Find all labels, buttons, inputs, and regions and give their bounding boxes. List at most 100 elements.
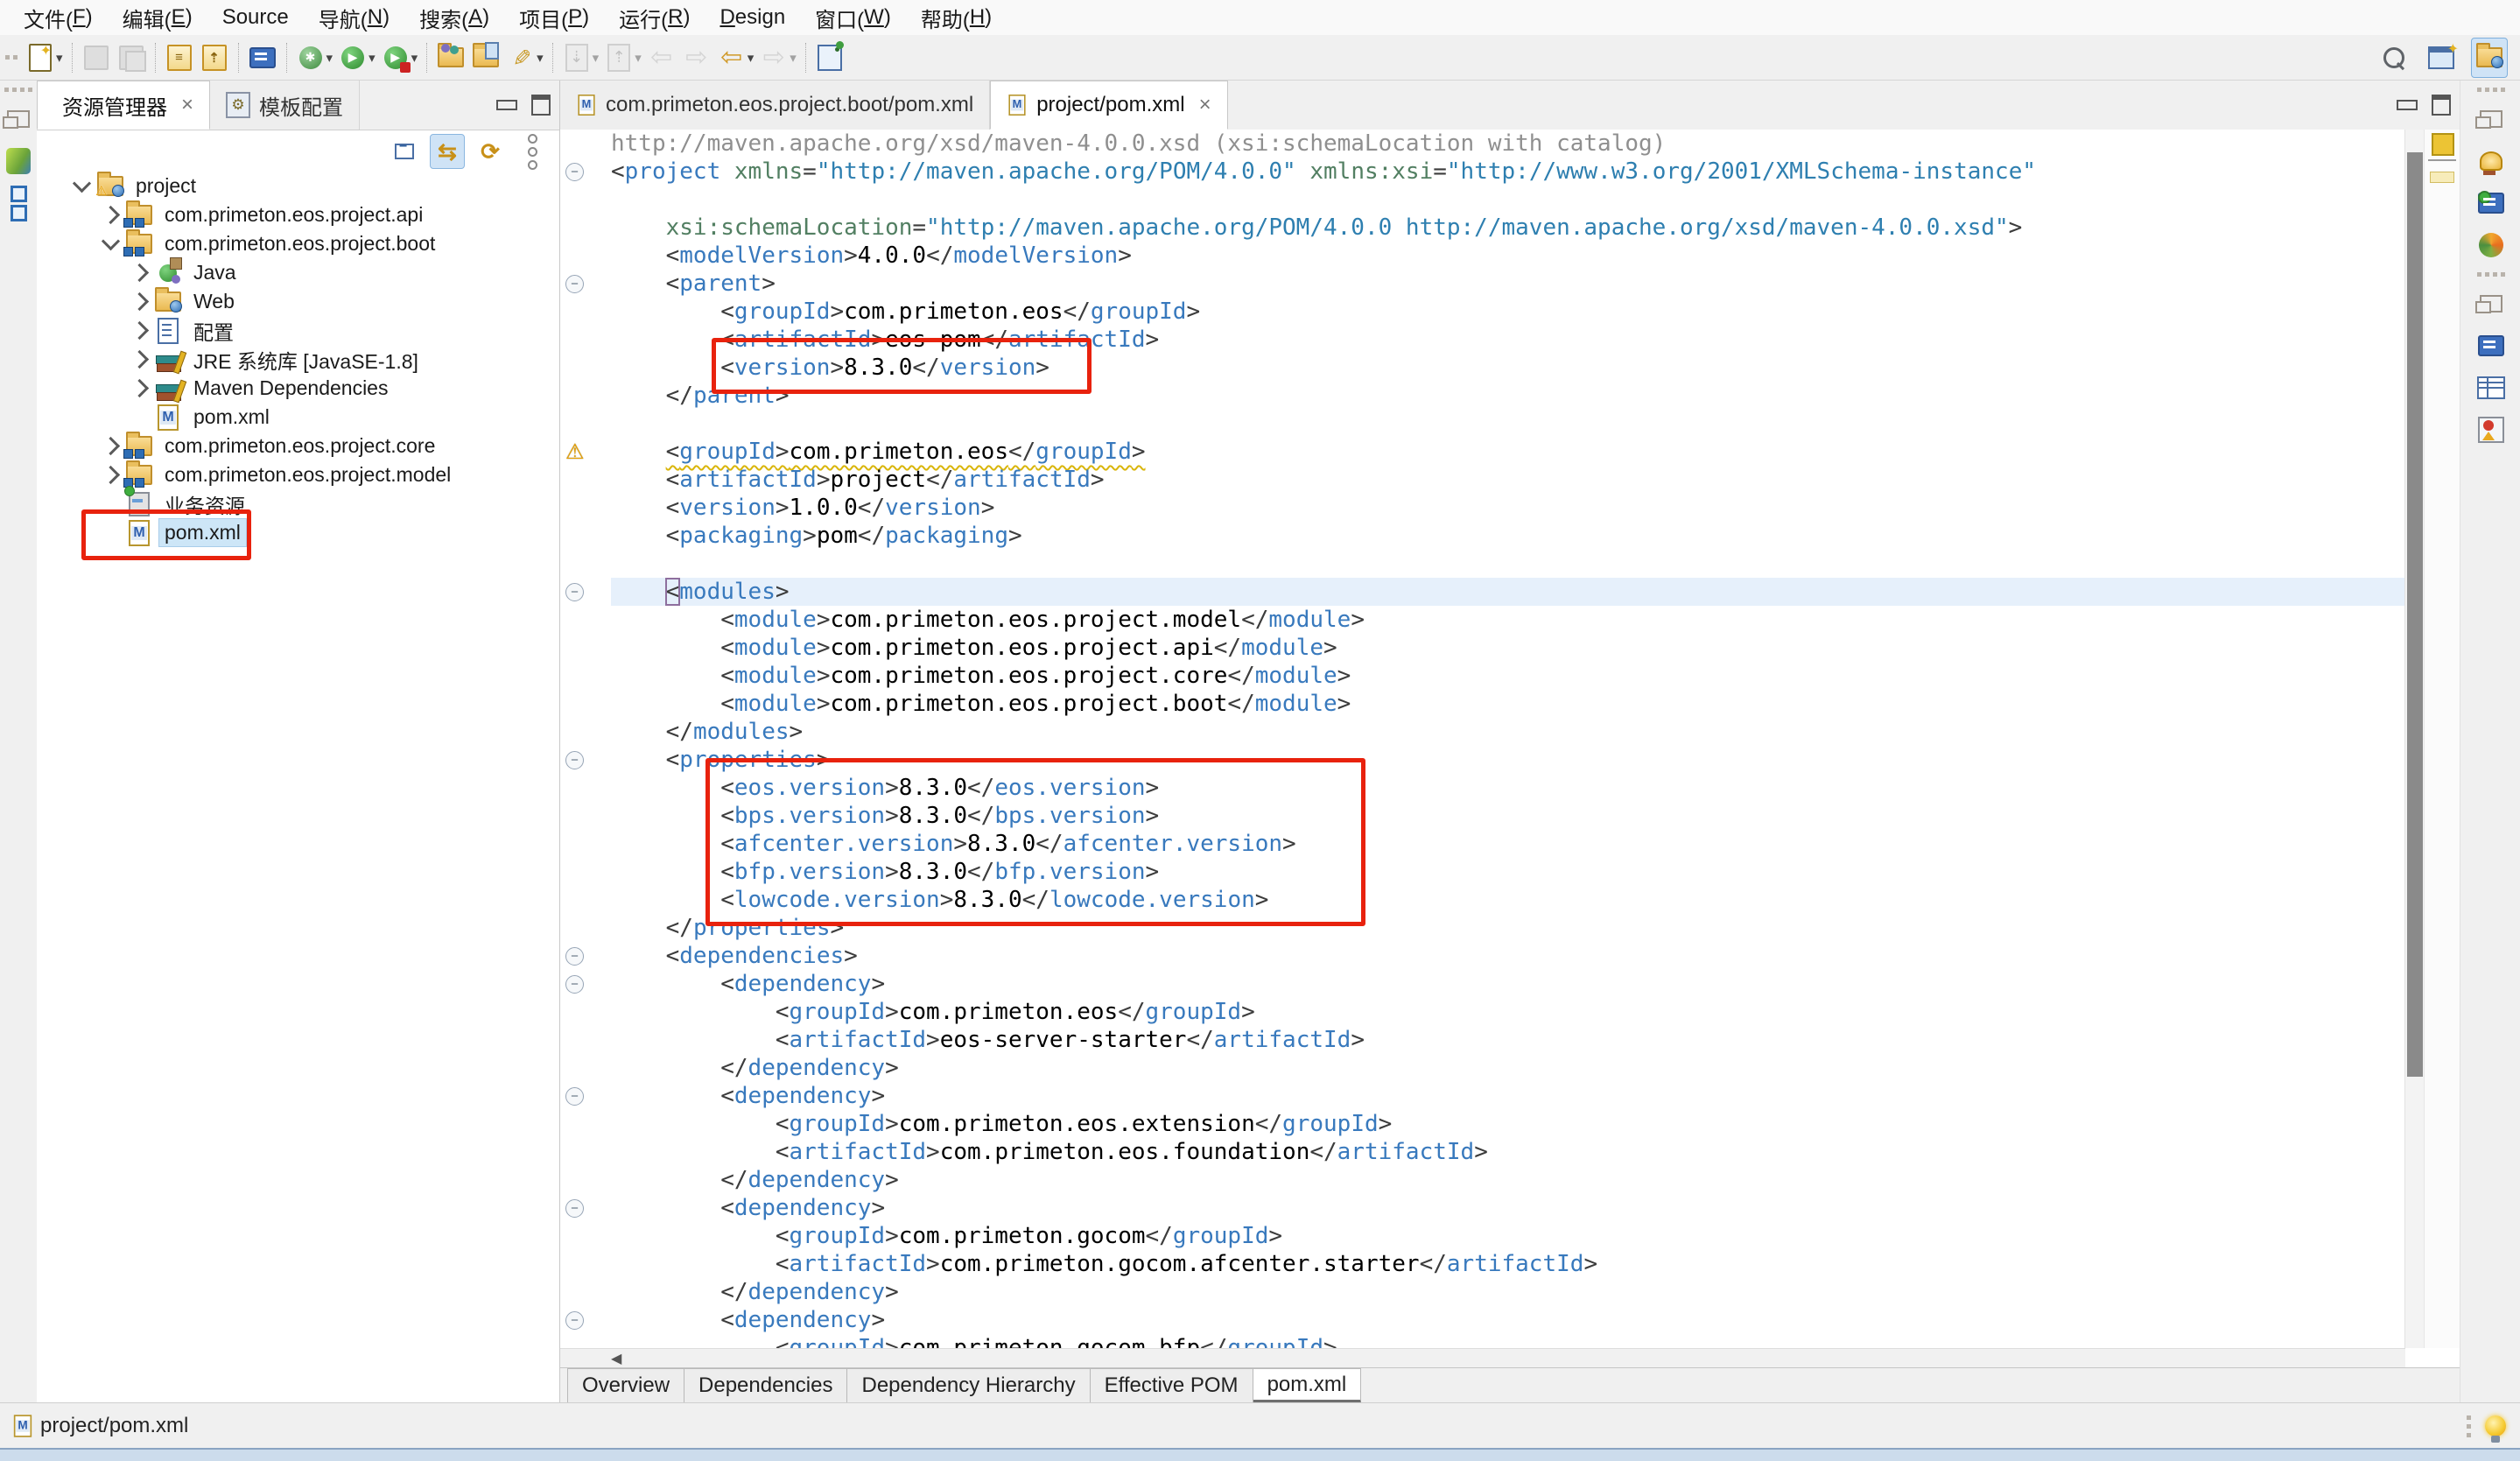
chevron-collapsed-icon[interactable] bbox=[130, 321, 149, 340]
chevron-collapsed-icon[interactable] bbox=[130, 292, 149, 311]
horizontal-scrollbar[interactable]: ◀ bbox=[560, 1348, 2405, 1368]
checkin-button[interactable]: ⇣▾ bbox=[559, 39, 602, 77]
mark-button[interactable]: ✎▾ bbox=[503, 39, 546, 77]
new-wizard-button[interactable]: ✦▾ bbox=[23, 39, 66, 77]
pom-page-tab-effective-pom[interactable]: Effective POM bbox=[1091, 1368, 1253, 1403]
run-button[interactable]: ▶▾ bbox=[335, 39, 378, 77]
tree-item-pom.xml[interactable]: Mpom.xml bbox=[37, 518, 559, 547]
tree-item-jrejavase-1.8[interactable]: JRE 系统库 [JavaSE-1.8] bbox=[37, 345, 559, 374]
fold-collapse-icon[interactable]: − bbox=[565, 163, 584, 181]
tree-item-[interactable]: 业务资源 bbox=[37, 489, 559, 518]
fold-collapse-icon[interactable]: − bbox=[565, 947, 584, 966]
chevron-collapsed-icon[interactable] bbox=[102, 206, 120, 224]
console-view-icon[interactable] bbox=[2476, 331, 2506, 361]
close-icon[interactable]: × bbox=[1199, 93, 1211, 117]
tree-item-java[interactable]: Java bbox=[37, 258, 559, 287]
scroll-left-arrow-icon[interactable]: ◀ bbox=[611, 1350, 621, 1367]
map-view-icon[interactable] bbox=[2476, 415, 2506, 445]
editor-tab[interactable]: Mcom.primeton.eos.project.boot/pom.xml bbox=[560, 81, 990, 130]
fold-collapse-icon[interactable]: − bbox=[565, 975, 584, 994]
fold-collapse-icon[interactable]: − bbox=[565, 275, 584, 293]
table-view-icon[interactable] bbox=[2476, 373, 2506, 403]
tree-item-com.primeton.eos.project.core[interactable]: com.primeton.eos.project.core bbox=[37, 432, 559, 460]
chevron-collapsed-icon[interactable] bbox=[102, 437, 120, 455]
lamp-view-icon[interactable] bbox=[2476, 146, 2506, 176]
minimize-panel-icon[interactable] bbox=[496, 100, 517, 110]
strip-drag-handle[interactable] bbox=[2477, 88, 2505, 92]
tree-item-mavendependencies[interactable]: Maven Dependencies bbox=[37, 374, 559, 403]
tree-item-[interactable]: 配置 bbox=[37, 316, 559, 345]
close-icon[interactable]: × bbox=[181, 93, 193, 117]
xml-source-editor[interactable]: http://maven.apache.org/xsd/maven-4.0.0.… bbox=[560, 130, 2405, 1348]
maximize-panel-icon[interactable] bbox=[531, 95, 551, 116]
remote-view-icon[interactable] bbox=[2476, 188, 2506, 218]
restore-views-icon[interactable] bbox=[4, 104, 33, 134]
strip-drag-handle[interactable] bbox=[2477, 272, 2505, 277]
editor-tab[interactable]: Mproject/pom.xml× bbox=[990, 81, 1227, 130]
back-history-button[interactable]: ⇦ bbox=[644, 39, 679, 77]
collapse-all-button[interactable] bbox=[388, 135, 421, 168]
pom-page-tab-overview[interactable]: Overview bbox=[567, 1368, 684, 1403]
chevron-collapsed-icon[interactable] bbox=[130, 379, 149, 397]
chevron-expanded-icon[interactable] bbox=[102, 232, 120, 250]
console-button[interactable] bbox=[245, 39, 280, 77]
menu-w[interactable]: 窗口(W) bbox=[800, 0, 906, 35]
view-menu-button[interactable] bbox=[516, 135, 549, 168]
strip-drag-handle[interactable] bbox=[4, 88, 32, 92]
tree-item-com.primeton.eos.project.api[interactable]: com.primeton.eos.project.api bbox=[37, 200, 559, 229]
chevron-collapsed-icon[interactable] bbox=[130, 263, 149, 282]
menu-p[interactable]: 项目(P) bbox=[504, 0, 604, 35]
checkout-button[interactable]: ⇡▾ bbox=[601, 39, 644, 77]
vertical-scrollbar-thumb[interactable] bbox=[2407, 152, 2423, 1077]
panel-tab-template-config[interactable]: ⚙模板配置 bbox=[210, 81, 360, 130]
maximize-editor-icon[interactable] bbox=[2432, 95, 2451, 116]
fold-collapse-icon[interactable]: − bbox=[565, 583, 584, 601]
tree-item-pom.xml[interactable]: Mpom.xml bbox=[37, 403, 559, 432]
restore-views-icon[interactable] bbox=[2476, 289, 2506, 319]
tree-item-project[interactable]: ⚠project bbox=[37, 172, 559, 200]
forward-button[interactable]: ⇨▾ bbox=[756, 39, 799, 77]
save-button[interactable] bbox=[79, 39, 114, 77]
import-resource-button[interactable] bbox=[468, 39, 503, 77]
menu-r[interactable]: 运行(R) bbox=[604, 0, 705, 35]
resource-perspective-button[interactable] bbox=[2471, 38, 2508, 78]
overview-warning-marker[interactable] bbox=[2430, 172, 2454, 183]
panel-tab-resource-explorer[interactable]: 资源管理器× bbox=[37, 81, 210, 130]
menu-n[interactable]: 导航(N) bbox=[304, 0, 404, 35]
fold-collapse-icon[interactable]: − bbox=[565, 751, 584, 769]
minimize-editor-icon[interactable] bbox=[2397, 100, 2418, 110]
pom-page-tab-dependencies[interactable]: Dependencies bbox=[684, 1368, 847, 1403]
link-editor-button[interactable]: ⇆ bbox=[430, 134, 465, 169]
back-button[interactable]: ⇦▾ bbox=[714, 39, 757, 77]
debug-button[interactable]: ✱▾ bbox=[293, 39, 336, 77]
chevron-expanded-icon[interactable] bbox=[73, 174, 91, 193]
package-export-button[interactable]: ⇡ bbox=[197, 39, 232, 77]
tree-item-com.primeton.eos.project.model[interactable]: com.primeton.eos.project.model bbox=[37, 460, 559, 489]
menu-h[interactable]: 帮助(H) bbox=[906, 0, 1007, 35]
status-drag-handle[interactable] bbox=[2467, 1415, 2471, 1437]
toolbar-drag-handle[interactable] bbox=[5, 55, 18, 60]
pom-page-tab-pom.xml[interactable]: pom.xml bbox=[1253, 1368, 1362, 1403]
open-perspective-button[interactable]: ✦ bbox=[2424, 39, 2459, 77]
open-resource-button[interactable] bbox=[433, 39, 468, 77]
menu-a[interactable]: 搜索(A) bbox=[404, 0, 504, 35]
fold-collapse-icon[interactable]: − bbox=[565, 1199, 584, 1218]
save-all-button[interactable] bbox=[114, 39, 149, 77]
package-button[interactable]: ≡ bbox=[162, 39, 197, 77]
fold-collapse-icon[interactable]: − bbox=[565, 1311, 584, 1330]
outline-view-icon[interactable] bbox=[4, 188, 33, 218]
menu-source[interactable]: Source bbox=[207, 0, 304, 35]
overview-ruler[interactable] bbox=[2424, 130, 2460, 1348]
search-button[interactable] bbox=[2376, 39, 2411, 77]
menu-design[interactable]: Design bbox=[705, 0, 800, 35]
menu-e[interactable]: 编辑(E) bbox=[108, 0, 207, 35]
sync-button[interactable]: ⟳ bbox=[474, 135, 507, 168]
tree-item-web[interactable]: Web bbox=[37, 287, 559, 316]
palette-view-icon[interactable] bbox=[4, 146, 33, 176]
fold-collapse-icon[interactable]: − bbox=[565, 1087, 584, 1106]
forward-history-button[interactable]: ⇨ bbox=[679, 39, 714, 77]
secure-run-button[interactable]: ▶▾ bbox=[378, 39, 421, 77]
pom-page-tab-dependency-hierarchy[interactable]: Dependency Hierarchy bbox=[847, 1368, 1090, 1403]
menu-f[interactable]: 文件(F) bbox=[9, 0, 108, 35]
tip-lightbulb-icon[interactable] bbox=[2485, 1415, 2506, 1436]
